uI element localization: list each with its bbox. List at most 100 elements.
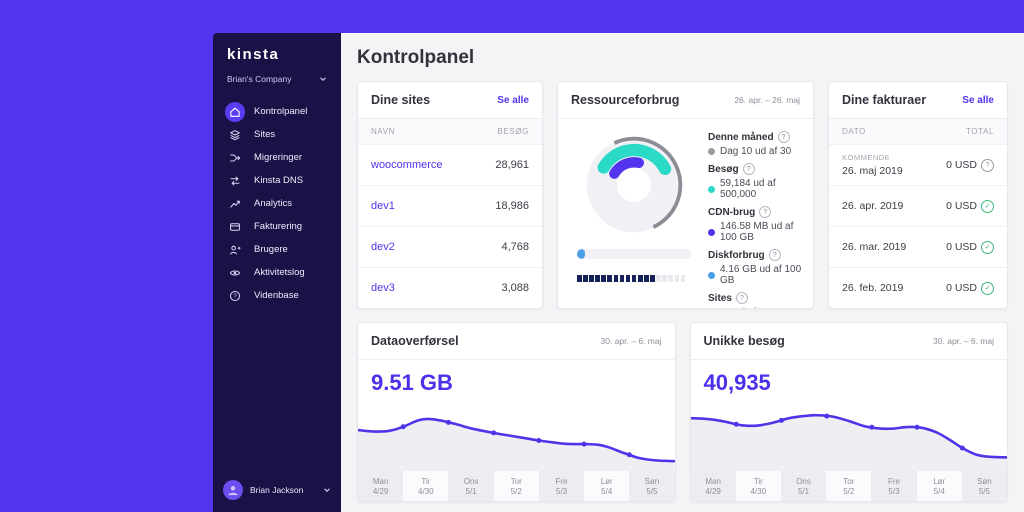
activity-log-icon bbox=[225, 263, 245, 283]
sidebar-item-kontrolpanel[interactable]: Kontrolpanel bbox=[213, 100, 341, 123]
sidebar-item-aktivitetslog[interactable]: Aktivitetslog bbox=[213, 261, 341, 284]
usage-donut-chart bbox=[585, 136, 683, 234]
company-selector[interactable]: Brian's Company bbox=[213, 65, 341, 100]
sidebar-item-fakturering[interactable]: Fakturering bbox=[213, 215, 341, 238]
chevron-down-icon bbox=[319, 75, 327, 83]
axis-day-label: Fre 5/3 bbox=[871, 471, 917, 501]
invoice-date: 26. mar. 2019 bbox=[842, 241, 907, 253]
axis-day-label: Ons 5/1 bbox=[448, 471, 494, 501]
sites-usage-dots bbox=[577, 275, 691, 282]
axis-day-label: Tir 4/30 bbox=[403, 471, 449, 501]
invoice-row: 26. apr. 2019 0 USD ✓ bbox=[829, 186, 1007, 227]
column-header-besog: BESØG bbox=[497, 127, 529, 136]
sidebar-item-sites[interactable]: Sites bbox=[213, 123, 341, 146]
table-row: dev2 4,768 bbox=[358, 227, 542, 268]
column-header-dato: DATO bbox=[842, 127, 866, 136]
column-header-total: TOTAL bbox=[965, 127, 994, 136]
invoices-card-title: Dine fakturaer bbox=[842, 93, 927, 107]
unique-visits-date-range: 30. apr. – 6. maj bbox=[933, 336, 994, 346]
table-row: dev1 18,986 bbox=[358, 186, 542, 227]
upcoming-label: KOMMENDE bbox=[842, 153, 891, 162]
help-icon[interactable]: ? bbox=[777, 131, 790, 143]
sites-icon bbox=[225, 125, 245, 145]
site-link[interactable]: dev2 bbox=[371, 241, 395, 253]
sites-card: Dine sites Se alle NAVN BESØG woocommerc… bbox=[357, 81, 543, 309]
sidebar-item-brugere[interactable]: Brugere bbox=[213, 238, 341, 261]
legend-dot bbox=[708, 271, 715, 279]
main-content: Kontrolpanel Dine sites Se alle NAVN BES… bbox=[341, 33, 1024, 512]
data-transfer-value: 9.51 GB bbox=[371, 370, 453, 395]
data-transfer-card: Dataoverførsel 30. apr. – 6. maj 9.51 GB… bbox=[357, 322, 676, 502]
invoice-date: 26. apr. 2019 bbox=[842, 200, 904, 212]
invoice-date: 26. feb. 2019 bbox=[842, 282, 904, 294]
sidebar-item-label: Kinsta DNS bbox=[254, 175, 304, 186]
legend-value: 146.58 MB ud af 100 GB bbox=[720, 221, 794, 243]
sidebar-item-label: Videnbase bbox=[254, 290, 299, 301]
invoices-table-body: KOMMENDE 26. maj 2019 0 USD? 26. apr. 2019 0… bbox=[829, 145, 1007, 308]
invoice-row: KOMMENDE 26. maj 2019 0 USD? bbox=[829, 145, 1007, 186]
site-link[interactable]: woocommerce bbox=[371, 159, 443, 171]
sidebar-item-kinsta-dns[interactable]: Kinsta DNS bbox=[213, 169, 341, 192]
invoice-total: 0 USD bbox=[946, 241, 977, 253]
legend-dot bbox=[708, 148, 715, 155]
top-row: Dine sites Se alle NAVN BESØG woocommerc… bbox=[357, 81, 1008, 309]
axis-day-label: Man 4/29 bbox=[690, 471, 736, 501]
legend-value: Dag 10 ud af 30 bbox=[720, 146, 792, 157]
paid-check-icon: ✓ bbox=[981, 240, 994, 254]
invoice-total: 0 USD bbox=[946, 159, 977, 171]
legend-label: CDN-brug bbox=[708, 206, 756, 218]
paid-check-icon: ✓ bbox=[981, 199, 994, 213]
site-link[interactable]: dev3 bbox=[371, 282, 395, 294]
axis-day-label: Tor 5/2 bbox=[493, 471, 539, 501]
user-menu[interactable]: Brian Jackson bbox=[213, 470, 341, 512]
app-window: kinsta Brian's Company Kontrolpanel Sites… bbox=[213, 33, 1024, 512]
invoice-total: 0 USD bbox=[946, 282, 977, 294]
legend-label: Sites bbox=[708, 292, 732, 304]
sites-card-title: Dine sites bbox=[371, 93, 431, 107]
legend-label: Diskforbrug bbox=[708, 249, 765, 261]
legend-dot bbox=[708, 185, 715, 193]
site-visits: 4,768 bbox=[501, 241, 529, 253]
axis-day-label: Søn 5/5 bbox=[629, 471, 675, 501]
legend-item: CDN-brug? 146.58 MB ud af 100 GB bbox=[708, 206, 803, 243]
unique-visits-chart bbox=[690, 396, 1007, 470]
resources-card-title: Ressourceforbrug bbox=[571, 93, 680, 107]
sidebar-item-label: Brugere bbox=[254, 244, 288, 255]
data-transfer-date-range: 30. apr. – 6. maj bbox=[600, 336, 662, 346]
invoice-row: 26. mar. 2019 0 USD ✓ bbox=[829, 227, 1007, 268]
legend-label: Besøg bbox=[708, 163, 739, 175]
sidebar-item-label: Migreringer bbox=[254, 152, 303, 163]
sidebar-item-analytics[interactable]: Analytics bbox=[213, 192, 341, 215]
sites-table-body: woocommerce 28,961 dev1 18,986 dev2 4,768 dev3… bbox=[358, 145, 542, 308]
paid-check-icon: ✓ bbox=[981, 281, 994, 295]
help-icon[interactable]: ? bbox=[759, 206, 772, 218]
invoices-see-all-link[interactable]: Se alle bbox=[962, 95, 994, 106]
bottom-row: Dataoverførsel 30. apr. – 6. maj 9.51 GB… bbox=[357, 322, 1008, 502]
billing-icon bbox=[225, 217, 245, 237]
help-icon[interactable]: ? bbox=[742, 163, 755, 175]
kinsta-logo: kinsta bbox=[227, 46, 280, 63]
dns-icon bbox=[225, 171, 245, 191]
sidebar-item-videnbase[interactable]: ? Videnbase bbox=[213, 284, 341, 307]
sidebar-item-label: Aktivitetslog bbox=[254, 267, 305, 278]
axis-day-label: Søn 5/5 bbox=[961, 471, 1008, 501]
sidebar-item-label: Sites bbox=[254, 129, 276, 140]
axis-day-label: Fre 5/3 bbox=[538, 471, 585, 501]
data-transfer-title: Dataoverførsel bbox=[371, 334, 459, 348]
legend-dot bbox=[708, 228, 715, 236]
sidebar-item-migreringer[interactable]: Migreringer bbox=[213, 146, 341, 169]
help-icon[interactable]: ? bbox=[768, 249, 781, 261]
sites-see-all-link[interactable]: Se alle bbox=[497, 95, 529, 106]
data-transfer-axis: Man 4/29 Tir 4/30 Ons 5/1 Tor 5/2 Fre 5/3 Lør 5/4 Sø… bbox=[358, 470, 675, 501]
legend-value: 4.16 GB ud af 100 GB bbox=[720, 264, 802, 286]
help-icon[interactable]: ? bbox=[735, 292, 748, 304]
knowledge-base-icon: ? bbox=[225, 286, 245, 306]
site-link[interactable]: dev1 bbox=[371, 200, 395, 212]
resources-visuals bbox=[570, 131, 698, 300]
site-visits: 28,961 bbox=[495, 159, 529, 171]
unique-visits-title: Unikke besøg bbox=[703, 334, 785, 348]
axis-day-label: Ons 5/1 bbox=[780, 471, 827, 501]
invoices-card: Dine fakturaer Se alle DATO TOTAL KOMMEN… bbox=[828, 81, 1008, 309]
axis-day-label: Man 4/29 bbox=[358, 471, 404, 501]
sidebar-nav: Kontrolpanel Sites Migreringer Kinsta DNS An… bbox=[213, 100, 341, 307]
